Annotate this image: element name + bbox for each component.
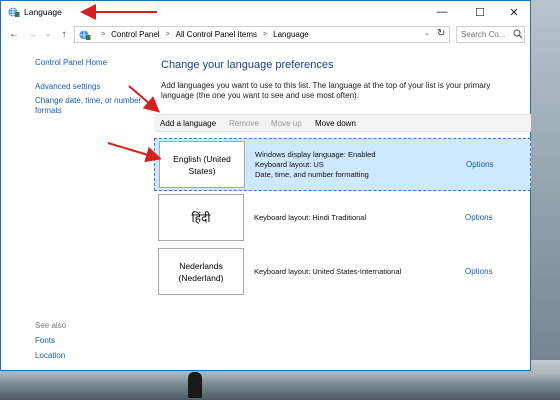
up-button[interactable]: ↑ <box>57 26 71 42</box>
language-detail-line: Keyboard layout: United States-Internati… <box>254 267 402 276</box>
language-tile-hindi[interactable]: हिंदी <box>158 194 244 241</box>
navigation-bar: ← → ⌄ ↑ > Control Panel > All Control Pa… <box>1 23 530 45</box>
language-detail-line: Keyboard layout: US <box>255 160 324 169</box>
page-description: Add languages you want to use to this li… <box>161 81 491 100</box>
close-button[interactable]: ✕ <box>497 1 531 23</box>
breadcrumb: > Control Panel > All Control Panel Item… <box>95 30 309 39</box>
search-icon[interactable] <box>513 29 523 39</box>
control-panel-home-link[interactable]: Control Panel Home <box>35 58 107 68</box>
breadcrumb-chevron-icon[interactable]: > <box>263 31 267 38</box>
location-link[interactable]: Location <box>35 351 65 360</box>
address-dropdown-icon[interactable]: ⌄ <box>424 29 430 37</box>
language-tile-english[interactable]: English (United States) <box>159 141 245 188</box>
wallpaper-figure <box>188 372 202 398</box>
forward-button[interactable]: → <box>25 26 39 42</box>
language-row-hindi[interactable]: हिंदी Keyboard layout: Hindi Traditional… <box>154 192 531 245</box>
maximize-button[interactable]: ☐ <box>463 1 497 23</box>
options-link-hindi[interactable]: Options <box>465 213 493 222</box>
add-language-button[interactable]: Add a language <box>160 119 216 128</box>
language-detail-line: Windows display language: Enabled <box>255 150 376 159</box>
language-window: Language — ☐ ✕ ← → ⌄ ↑ > Control Panel >… <box>0 0 531 371</box>
options-link-dutch[interactable]: Options <box>465 267 493 276</box>
window-title: Language <box>24 7 62 17</box>
move-down-button[interactable]: Move down <box>315 119 356 128</box>
search-input[interactable] <box>457 27 511 42</box>
breadcrumb-chevron-icon: > <box>101 31 106 38</box>
remove-button[interactable]: Remove <box>229 119 259 128</box>
language-tile-dutch[interactable]: Nederlands (Nederland) <box>158 248 244 295</box>
title-bar[interactable]: Language — ☐ ✕ <box>1 1 530 23</box>
options-link-english[interactable]: Options <box>466 160 494 169</box>
address-bar[interactable]: > Control Panel > All Control Panel Item… <box>74 26 450 43</box>
refresh-icon[interactable]: ↻ <box>437 28 445 39</box>
language-app-icon <box>8 7 20 17</box>
language-detail-line: Date, time, and number formatting <box>255 170 369 179</box>
move-up-button[interactable]: Move up <box>271 119 302 128</box>
back-button[interactable]: ← <box>7 26 21 42</box>
breadcrumb-chevron-icon[interactable]: > <box>166 31 170 38</box>
language-details: Keyboard layout: United States-Internati… <box>254 267 401 277</box>
advanced-settings-link[interactable]: Advanced settings <box>35 82 100 92</box>
control-panel-icon <box>79 30 91 40</box>
recent-locations-chevron-icon[interactable]: ⌄ <box>41 26 55 42</box>
minimize-button[interactable]: — <box>425 1 459 23</box>
breadcrumb-all-items[interactable]: All Control Panel Items <box>176 30 257 39</box>
breadcrumb-control-panel[interactable]: Control Panel <box>111 30 159 39</box>
fonts-link[interactable]: Fonts <box>35 336 55 345</box>
language-row-english[interactable]: English (United States) Windows display … <box>154 138 531 191</box>
language-detail-line: Keyboard layout: Hindi Traditional <box>254 213 367 222</box>
language-toolbar: Add a language Remove Move up Move down <box>154 114 531 132</box>
change-date-time-formats-link[interactable]: Change date, time, or number formats <box>35 96 151 116</box>
language-details: Windows display language: Enabled Keyboa… <box>255 150 376 180</box>
search-box[interactable] <box>456 26 525 43</box>
language-row-dutch[interactable]: Nederlands (Nederland) Keyboard layout: … <box>154 246 531 299</box>
page-title: Change your language preferences <box>161 59 334 71</box>
language-details: Keyboard layout: Hindi Traditional <box>254 213 366 223</box>
breadcrumb-language[interactable]: Language <box>273 30 309 39</box>
see-also-label: See also <box>35 321 67 330</box>
